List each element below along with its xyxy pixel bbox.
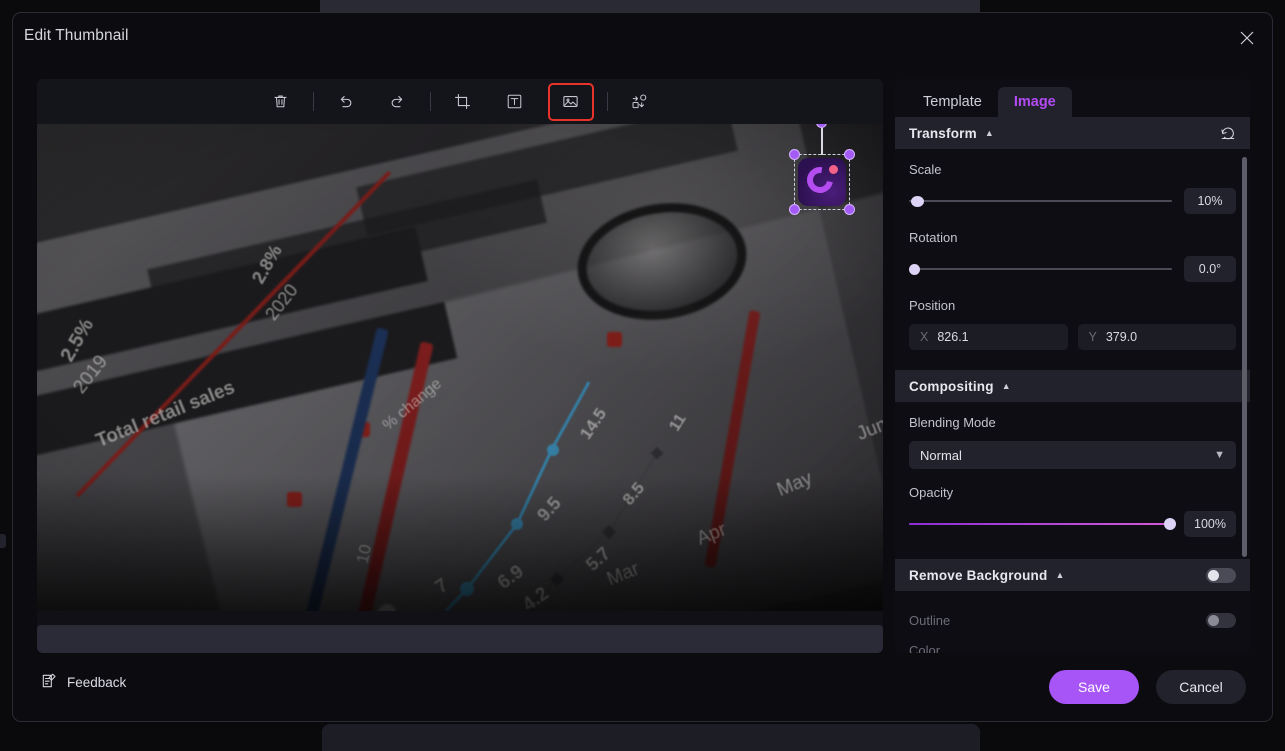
- blending-mode-value: Normal: [920, 447, 962, 463]
- section-header-transform[interactable]: Transform ▲: [895, 117, 1250, 149]
- position-x-value: 826.1: [937, 330, 969, 344]
- selected-image-element[interactable]: [789, 124, 855, 215]
- blending-mode-label: Blending Mode: [909, 415, 996, 430]
- crop-icon[interactable]: [446, 87, 480, 117]
- position-y-field[interactable]: Y 379.0: [1077, 324, 1236, 350]
- chevron-up-icon[interactable]: ▲: [985, 128, 994, 138]
- tab-template-label: Template: [923, 94, 982, 110]
- opacity-slider-fill: [909, 523, 1172, 525]
- panel-tabs: Template Image: [895, 79, 1250, 117]
- reset-icon[interactable]: [1220, 125, 1236, 141]
- scale-slider[interactable]: [909, 194, 1172, 208]
- scale-slider-thumb[interactable]: [911, 196, 924, 207]
- feedback-button[interactable]: Feedback: [41, 673, 126, 692]
- background-app-left-nub: [0, 534, 6, 548]
- chevron-down-icon: ▼: [1214, 449, 1225, 461]
- feedback-label: Feedback: [67, 675, 127, 690]
- trash-icon[interactable]: [264, 87, 298, 117]
- rotation-slider-thumb[interactable]: [909, 264, 920, 275]
- position-x-field[interactable]: X 826.1: [909, 324, 1068, 350]
- scale-value[interactable]: 10%: [1184, 188, 1236, 214]
- scale-slider-row: 10%: [909, 188, 1236, 214]
- background-app-bottom-strip: [322, 724, 980, 751]
- photo-axis-label: 10: [352, 542, 376, 566]
- section-title-remove-background: Remove Background: [909, 567, 1048, 583]
- feedback-icon: [41, 673, 57, 692]
- tab-template[interactable]: Template: [907, 87, 998, 117]
- dialog-title: Edit Thumbnail: [24, 27, 129, 44]
- edit-thumbnail-dialog: Edit Thumbnail 7 6.9 4.2 9.5 5.7 14.5 8.…: [12, 12, 1273, 722]
- editor-area: 7 3.9 6.9 4.2 9.5 5.7 14.5 8.5 11 10 5 F…: [37, 79, 883, 653]
- position-y-axis-label: Y: [1088, 330, 1097, 344]
- image-icon[interactable]: [547, 82, 594, 121]
- color-label: Color: [909, 642, 941, 654]
- section-title-compositing: Compositing: [909, 378, 994, 394]
- position-x-axis-label: X: [920, 330, 929, 344]
- tab-image-label: Image: [1013, 94, 1056, 110]
- opacity-slider-row: 100%: [909, 511, 1236, 537]
- chevron-up-icon[interactable]: ▲: [1002, 381, 1011, 391]
- image-canvas[interactable]: 7 3.9 6.9 4.2 9.5 5.7 14.5 8.5 11 10 5 F…: [37, 124, 883, 653]
- outline-row: Outline: [895, 601, 1250, 639]
- color-row: Color: [895, 639, 1250, 654]
- opacity-slider[interactable]: [909, 517, 1176, 531]
- rotation-slider-row: 0.0°: [909, 256, 1236, 282]
- position-y-value: 379.0: [1105, 330, 1138, 344]
- save-button[interactable]: Save: [1049, 670, 1139, 704]
- outline-label: Outline: [909, 612, 951, 628]
- text-icon[interactable]: [498, 87, 532, 117]
- panel-body: Transform ▲ Scale 10% Rotation 0.0° Posi…: [895, 117, 1250, 653]
- rotation-value[interactable]: 0.0°: [1184, 256, 1236, 282]
- toolbar-divider: [429, 92, 431, 111]
- rotation-label: Rotation: [909, 230, 958, 245]
- section-title-transform: Transform: [909, 125, 977, 141]
- panel-scrollbar[interactable]: [1242, 157, 1247, 557]
- canvas-surface[interactable]: 7 3.9 6.9 4.2 9.5 5.7 14.5 8.5 11 10 5 F…: [37, 124, 883, 653]
- editor-toolbar: [37, 79, 883, 124]
- selection-bounding-box: [794, 154, 850, 210]
- transform-body: Scale 10% Rotation 0.0° Position X 826.1…: [895, 149, 1250, 356]
- close-icon[interactable]: [1232, 23, 1262, 53]
- resize-handle-top-left[interactable]: [789, 149, 800, 160]
- chevron-up-icon[interactable]: ▲: [1055, 570, 1064, 580]
- blending-mode-select[interactable]: Normal ▼: [909, 441, 1236, 469]
- opacity-label: Opacity: [909, 485, 954, 500]
- undo-icon[interactable]: [329, 87, 363, 117]
- elements-icon[interactable]: [623, 87, 657, 117]
- compositing-body: Blending Mode Normal ▼ Opacity 100%: [895, 402, 1250, 559]
- rotation-stem: [821, 128, 823, 155]
- resize-handle-bottom-right[interactable]: [844, 204, 855, 215]
- redo-icon[interactable]: [381, 87, 415, 117]
- opacity-slider-thumb[interactable]: [1164, 518, 1176, 530]
- section-header-compositing[interactable]: Compositing ▲: [895, 370, 1250, 402]
- toolbar-divider: [606, 92, 608, 111]
- template-footer-band[interactable]: [37, 625, 883, 653]
- tab-image[interactable]: Image: [997, 87, 1072, 117]
- rotation-slider-track: [909, 268, 1172, 270]
- resize-handle-bottom-left[interactable]: [789, 204, 800, 215]
- thumbnail-photo: 7 3.9 6.9 4.2 9.5 5.7 14.5 8.5 11 10 5 F…: [37, 124, 883, 611]
- rotation-slider[interactable]: [909, 262, 1172, 276]
- position-label: Position: [909, 298, 956, 313]
- dialog-header: Edit Thumbnail: [13, 13, 1272, 69]
- cancel-button[interactable]: Cancel: [1156, 670, 1246, 704]
- toggle-knob: [1208, 569, 1219, 581]
- resize-handle-top-right[interactable]: [844, 149, 855, 160]
- photo-line-chart: [443, 381, 664, 611]
- section-header-remove-background[interactable]: Remove Background ▲: [895, 559, 1250, 591]
- position-row: X 826.1 Y 379.0: [909, 324, 1236, 350]
- remove-background-toggle[interactable]: [1206, 567, 1236, 583]
- properties-panel: Template Image Transform ▲ Scale 10% Rot…: [895, 79, 1250, 653]
- toolbar-divider: [312, 92, 314, 111]
- scale-slider-track: [909, 200, 1172, 202]
- toggle-knob: [1208, 614, 1219, 626]
- outline-toggle[interactable]: [1206, 612, 1236, 628]
- scale-label: Scale: [909, 162, 942, 177]
- opacity-value[interactable]: 100%: [1184, 511, 1236, 537]
